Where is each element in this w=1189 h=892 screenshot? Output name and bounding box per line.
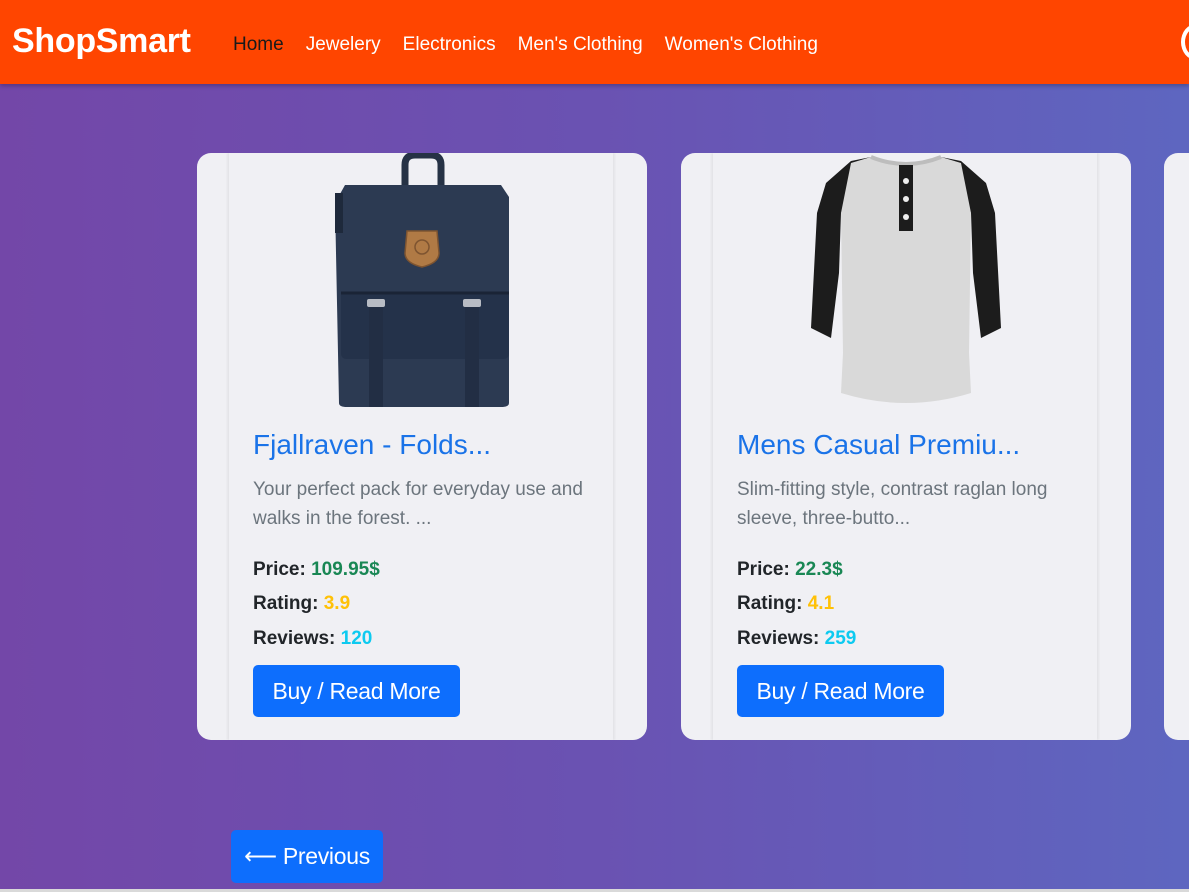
rating-value: 4.1 [807,593,835,614]
product-title[interactable]: Mens Casual Premiu... [737,429,1020,461]
nav-link-jewelery[interactable]: Jewelery [306,34,381,56]
nav-link-womens-clothing[interactable]: Women's Clothing [665,34,818,56]
nav-link-home[interactable]: Home [233,34,284,56]
backpack-image[interactable] [197,153,647,409]
nav-link-electronics[interactable]: Electronics [403,34,496,56]
cart-icon[interactable] [1181,24,1189,60]
price-value: 22.3$ [795,559,843,580]
price-row: Price: 22.3$ [737,559,843,581]
nav-link-mens-clothing[interactable]: Men's Clothing [518,34,643,56]
reviews-value: 120 [340,628,373,649]
rating-row: Rating: 4.1 [737,593,834,615]
product-description: Your perfect pack for everyday use and w… [253,479,583,529]
product-title[interactable]: Fjallraven - Folds... [253,429,491,461]
reviews-label: Reviews: [737,628,820,649]
rating-value: 3.9 [323,593,351,614]
product-description: Slim-fitting style, contrast raglan long… [737,479,1048,529]
brand-logo[interactable]: ShopSmart [12,22,191,61]
price-label: Price: [737,559,790,580]
product-card: Fjallraven - Folds... Your perfect pack … [197,153,647,740]
reviews-value: 259 [824,628,857,649]
price-value: 109.95$ [311,559,380,580]
rating-label: Rating: [737,593,803,614]
buy-button[interactable]: Buy / Read More [253,665,460,717]
price-row: Price: 109.95$ [253,559,380,581]
navbar: ShopSmart Home Jewelery Electronics Men'… [0,0,1189,84]
buy-button[interactable]: Buy / Read More [737,665,944,717]
product-card-partial[interactable] [1164,153,1189,740]
price-label: Price: [253,559,306,580]
raglan-shirt-image[interactable] [681,153,1131,409]
reviews-label: Reviews: [253,628,336,649]
rating-row: Rating: 3.9 [253,593,350,615]
reviews-row: Reviews: 259 [737,628,856,650]
product-card: Mens Casual Premiu... Slim-fitting style… [681,153,1131,740]
nav-links: Home Jewelery Electronics Men's Clothing… [233,34,818,56]
rating-label: Rating: [253,593,319,614]
reviews-row: Reviews: 120 [253,628,372,650]
previous-button[interactable]: ⟵ Previous [231,830,383,883]
